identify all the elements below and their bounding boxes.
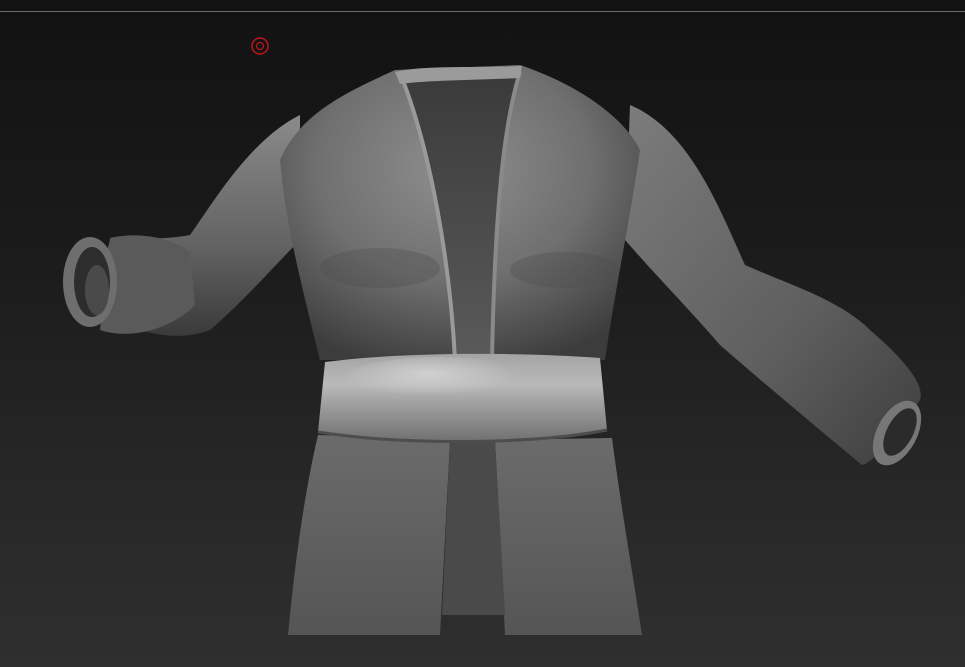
- left-sleeve[interactable]: [63, 115, 300, 336]
- sculpted-jacket-model[interactable]: [0, 0, 965, 667]
- jacket-belt[interactable]: [317, 353, 608, 443]
- jacket-lower-panels[interactable]: [288, 435, 642, 635]
- 3d-viewport[interactable]: [0, 0, 965, 667]
- brush-cursor-icon: [251, 37, 269, 55]
- jacket-torso[interactable]: [280, 65, 640, 361]
- right-sleeve[interactable]: [625, 105, 931, 473]
